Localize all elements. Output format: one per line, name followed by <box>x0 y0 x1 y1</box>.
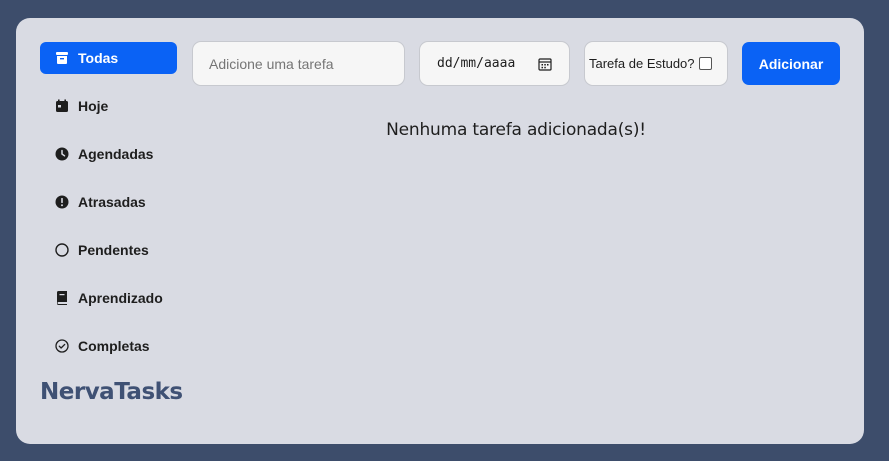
sidebar-item-aprendizado[interactable]: Aprendizado <box>40 282 177 314</box>
task-input[interactable] <box>192 41 405 86</box>
empty-state-message: Nenhuma tarefa adicionada(s)! <box>386 120 646 140</box>
sidebar-item-agendadas[interactable]: Agendadas <box>40 138 177 170</box>
calendar-picker-icon[interactable] <box>538 57 552 71</box>
sidebar: Todas Hoje Agendadas Atrasadas Pendentes <box>40 42 177 378</box>
brand-logo: NervaTasks <box>40 379 183 405</box>
date-value: dd/mm/aaaa <box>437 56 516 71</box>
add-task-button[interactable]: Adicionar <box>742 42 840 85</box>
exclamation-circle-icon <box>55 195 69 209</box>
sidebar-item-label: Todas <box>78 50 119 66</box>
sidebar-item-atrasadas[interactable]: Atrasadas <box>40 186 177 218</box>
circle-icon <box>55 243 69 257</box>
clock-icon <box>55 147 69 161</box>
study-task-checkbox[interactable] <box>698 57 712 70</box>
sidebar-item-completas[interactable]: Completas <box>40 330 177 362</box>
date-input[interactable]: dd/mm/aaaa <box>419 41 570 86</box>
sidebar-item-hoje[interactable]: Hoje <box>40 90 177 122</box>
sidebar-item-label: Completas <box>78 338 150 354</box>
sidebar-item-todas[interactable]: Todas <box>40 42 177 74</box>
study-task-toggle[interactable]: Tarefa de Estudo? <box>584 41 728 86</box>
sidebar-item-label: Agendadas <box>78 146 154 162</box>
calendar-icon <box>55 99 69 113</box>
study-task-label: Tarefa de Estudo? <box>589 56 695 71</box>
inbox-icon <box>55 51 69 65</box>
sidebar-item-label: Pendentes <box>78 242 149 258</box>
book-icon <box>55 291 69 305</box>
sidebar-item-pendentes[interactable]: Pendentes <box>40 234 177 266</box>
check-circle-icon <box>55 339 69 353</box>
app-card: Todas Hoje Agendadas Atrasadas Pendentes <box>16 18 864 444</box>
sidebar-item-label: Atrasadas <box>78 194 146 210</box>
sidebar-item-label: Aprendizado <box>78 290 163 306</box>
sidebar-item-label: Hoje <box>78 98 109 114</box>
